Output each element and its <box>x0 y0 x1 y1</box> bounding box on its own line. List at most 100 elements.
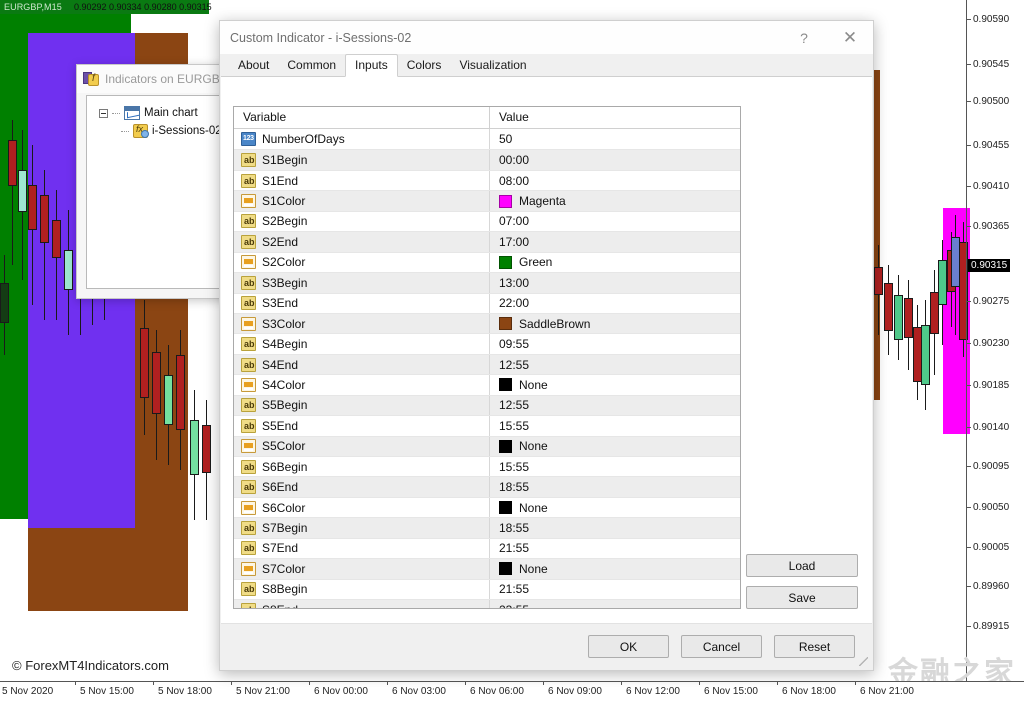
table-row[interactable]: S5Begin12:55 <box>234 395 740 415</box>
tab-inputs[interactable]: Inputs <box>345 54 398 77</box>
table-row[interactable]: S1End08:00 <box>234 170 740 190</box>
table-row[interactable]: S2End17:00 <box>234 231 740 251</box>
cell-value[interactable]: Magenta <box>490 191 740 210</box>
tab-visualization[interactable]: Visualization <box>450 55 535 76</box>
table-row[interactable]: S1Begin00:00 <box>234 149 740 169</box>
cell-value[interactable]: None <box>490 437 740 456</box>
table-row[interactable]: S7Begin18:55 <box>234 517 740 537</box>
table-row[interactable]: S6Begin15:55 <box>234 456 740 476</box>
time-tick-label: 6 Nov 00:00 <box>314 686 368 697</box>
tree-node-label: Main chart <box>144 107 198 119</box>
help-icon[interactable]: ? <box>781 22 827 54</box>
table-row[interactable]: S4Begin09:55 <box>234 333 740 353</box>
table-row[interactable]: S2ColorGreen <box>234 252 740 272</box>
resize-grip-icon[interactable] <box>859 657 868 666</box>
table-row[interactable]: S3End22:00 <box>234 293 740 313</box>
cell-value[interactable]: 15:55 <box>490 457 740 476</box>
cell-variable: NumberOfDays <box>234 129 490 149</box>
ok-button[interactable]: OK <box>588 635 669 658</box>
cell-value[interactable]: 22:00 <box>490 294 740 313</box>
cell-value[interactable]: 17:00 <box>490 232 740 251</box>
table-row[interactable]: S7End21:55 <box>234 538 740 558</box>
table-row[interactable]: NumberOfDays 50 <box>234 129 740 149</box>
cell-value[interactable]: 21:55 <box>490 580 740 599</box>
time-tick-label: 6 Nov 15:00 <box>704 686 758 697</box>
string-type-icon <box>241 296 256 310</box>
table-row[interactable]: S1Color Magenta <box>234 190 740 210</box>
indicator-window-icon <box>83 71 99 87</box>
cell-value[interactable]: 08:00 <box>490 171 740 190</box>
value-label: 50 <box>499 132 512 146</box>
tab-common[interactable]: Common <box>278 55 345 76</box>
table-row[interactable]: S6ColorNone <box>234 497 740 517</box>
table-row[interactable]: S4End12:55 <box>234 354 740 374</box>
function-node-icon <box>133 124 148 138</box>
time-axis[interactable]: 5 Nov 2020 5 Nov 15:00 5 Nov 18:00 5 Nov… <box>0 681 1024 703</box>
time-tick-label: 5 Nov 15:00 <box>80 686 134 697</box>
table-row[interactable]: S3Begin13:00 <box>234 272 740 292</box>
cell-value[interactable]: 00:00 <box>490 150 740 169</box>
value-label: 22:00 <box>499 296 529 310</box>
chart-symbol-label: EURGBP,M15 <box>4 2 62 12</box>
cell-value[interactable]: 13:00 <box>490 273 740 292</box>
table-row[interactable]: S5ColorNone <box>234 436 740 456</box>
collapse-icon[interactable] <box>99 109 108 118</box>
cell-value[interactable]: 15:55 <box>490 416 740 435</box>
tab-about[interactable]: About <box>229 55 278 76</box>
table-row[interactable]: S6End 18:55 <box>234 476 740 496</box>
cell-value[interactable]: 07:00 <box>490 212 740 231</box>
table-row[interactable]: S3ColorSaddleBrown <box>234 313 740 333</box>
price-tick: 0.89960 <box>973 582 1009 592</box>
price-tick: 0.90185 <box>973 381 1009 391</box>
tab-colors[interactable]: Colors <box>398 55 451 76</box>
table-row[interactable]: S5End15:55 <box>234 415 740 435</box>
dialog-tabstrip[interactable]: About Common Inputs Colors Visualization <box>221 54 872 77</box>
price-tick-label: 0.90455 <box>973 140 1009 151</box>
cell-value[interactable]: None <box>490 375 740 394</box>
inputs-grid[interactable]: Variable Value NumberOfDays50S1Begin00:0… <box>233 106 741 609</box>
custom-indicator-dialog[interactable]: Custom Indicator - i-Sessions-02 ? ✕ Abo… <box>219 20 874 671</box>
cell-value[interactable]: SaddleBrown <box>490 314 740 333</box>
table-row[interactable]: S8Begin21:55 <box>234 579 740 599</box>
cancel-button[interactable]: Cancel <box>681 635 762 658</box>
load-button[interactable]: Load <box>746 554 858 577</box>
table-row[interactable]: S8End23:55 <box>234 599 740 609</box>
table-row[interactable]: S2Begin07:00 <box>234 211 740 231</box>
color-type-icon <box>241 194 256 208</box>
dialog-titlebar[interactable]: Custom Indicator - i-Sessions-02 ? ✕ <box>220 21 873 54</box>
cell-value[interactable]: Green <box>490 253 740 272</box>
dialog-title: Custom Indicator - i-Sessions-02 <box>230 31 781 45</box>
close-icon[interactable]: ✕ <box>827 22 873 54</box>
string-type-icon <box>241 582 256 596</box>
cell-variable: S7Color <box>234 559 490 578</box>
cell-variable: S7Begin <box>234 518 490 537</box>
value-label: 18:55 <box>499 480 529 494</box>
cell-variable: S6End <box>234 477 490 496</box>
cell-value[interactable]: 12:55 <box>490 355 740 374</box>
cell-value[interactable]: 50 <box>490 129 740 149</box>
save-button[interactable]: Save <box>746 586 858 609</box>
table-row[interactable]: S7Color None <box>234 558 740 578</box>
time-tick: 6 Nov 09:00 <box>548 686 602 697</box>
cell-value[interactable]: 12:55 <box>490 396 740 415</box>
variable-label: S7Color <box>262 562 305 576</box>
cell-value[interactable]: 09:55 <box>490 334 740 353</box>
value-label: None <box>519 562 548 576</box>
value-label: 07:00 <box>499 214 529 228</box>
table-row[interactable]: S4ColorNone <box>234 374 740 394</box>
cell-variable: S5End <box>234 416 490 435</box>
cell-value[interactable]: 21:55 <box>490 539 740 558</box>
cell-value[interactable]: 18:55 <box>490 477 740 496</box>
cell-value[interactable]: 18:55 <box>490 518 740 537</box>
price-tick: 0.90095 <box>973 462 1009 472</box>
time-tick: 6 Nov 15:00 <box>704 686 758 697</box>
variable-label: S1Color <box>262 194 305 208</box>
price-axis[interactable]: 0.90590 0.90545 0.90500 0.90455 0.90410 … <box>966 0 1024 703</box>
cell-value[interactable]: None <box>490 498 740 517</box>
variable-label: S6End <box>262 480 298 494</box>
cell-variable: S1End <box>234 171 490 190</box>
cell-value[interactable]: None <box>490 559 740 578</box>
reset-button[interactable]: Reset <box>774 635 855 658</box>
color-swatch <box>499 440 512 453</box>
cell-value[interactable]: 23:55 <box>490 600 740 609</box>
